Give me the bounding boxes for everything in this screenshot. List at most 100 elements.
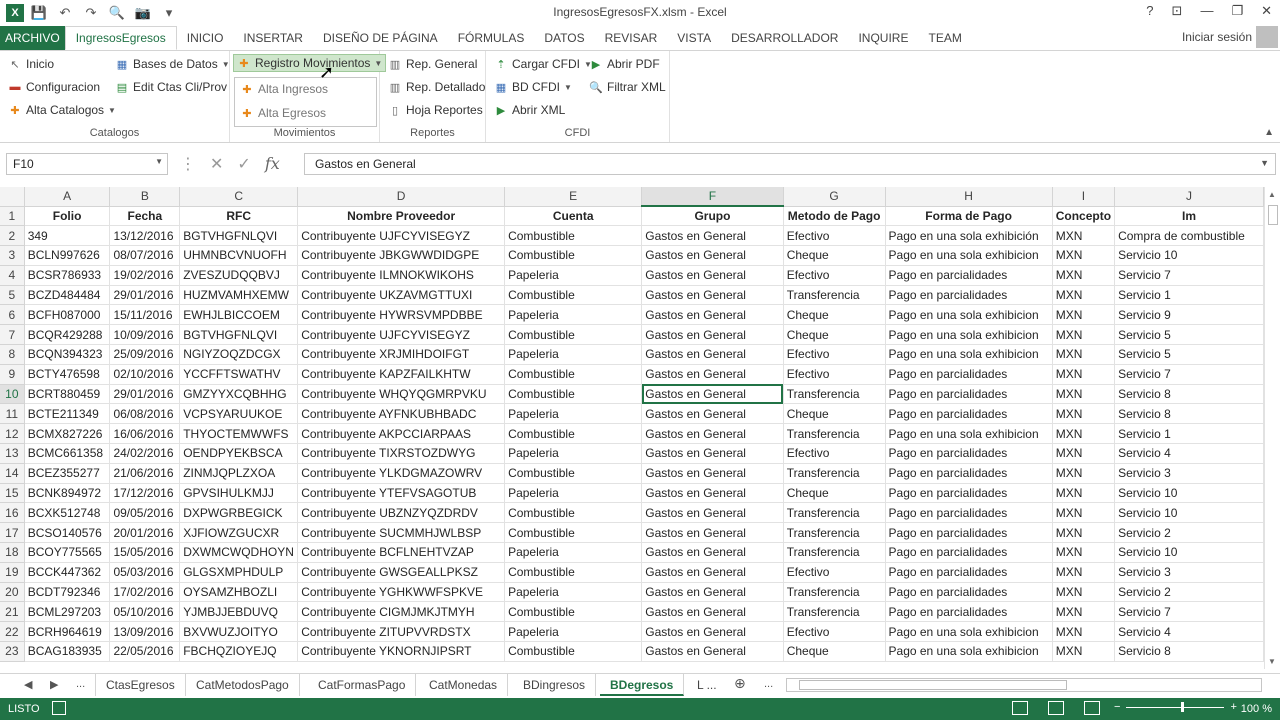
cell[interactable]: BGTVHGFNLQVI (179, 324, 299, 346)
cell[interactable]: MXN (1052, 621, 1116, 643)
cell[interactable]: Combustible (504, 502, 643, 524)
cell[interactable]: Combustible (504, 641, 643, 662)
cell[interactable]: MXN (1052, 364, 1116, 385)
cell[interactable]: 349 (24, 225, 111, 247)
cell[interactable]: Cheque (783, 483, 886, 504)
cell[interactable]: Servicio 4 (1114, 621, 1264, 643)
column-header[interactable]: C (179, 187, 299, 207)
vertical-scrollbar[interactable]: ▲ ▼ (1264, 187, 1280, 669)
cell[interactable]: Servicio 2 (1114, 582, 1264, 603)
column-header[interactable]: I (1052, 187, 1116, 207)
cell[interactable]: GPVSIHULKMJJ (179, 483, 299, 504)
cell[interactable]: Combustible (504, 324, 643, 346)
cell[interactable]: UHMNBCVNUOFH (179, 245, 299, 266)
cell[interactable]: Pago en parcialidades (885, 542, 1053, 563)
cell[interactable]: Pago en una sola exhibicion (885, 245, 1053, 266)
tab-diseno-pagina[interactable]: DISEÑO DE PÁGINA (313, 26, 448, 50)
scrollbar-thumb[interactable] (1268, 205, 1278, 225)
add-sheet-icon[interactable]: ⊕ (734, 675, 746, 692)
cell[interactable]: Servicio 10 (1114, 542, 1264, 563)
cell[interactable]: Gastos en General (641, 423, 784, 445)
cell[interactable]: 19/02/2016 (109, 265, 181, 286)
row-header[interactable]: 9 (0, 364, 25, 385)
cell[interactable]: Contribuyente UKZAVMGTTUXI (297, 285, 506, 306)
cell[interactable]: Combustible (504, 285, 643, 306)
cell[interactable]: Pago en parcialidades (885, 403, 1053, 425)
select-all-corner[interactable] (0, 187, 25, 207)
cell[interactable]: Combustible (504, 384, 643, 405)
page-layout-icon[interactable] (1048, 701, 1064, 715)
cell[interactable]: MXN (1052, 265, 1116, 286)
cell[interactable]: DXWMCWQDHOYN (179, 542, 299, 563)
cell[interactable]: Contribuyente WHQYQGMRPVKU (297, 384, 506, 405)
cell[interactable]: Efectivo (783, 621, 886, 643)
cell[interactable]: Contribuyente KAPZFAILKHTW (297, 364, 506, 385)
more-sheets-right[interactable]: ... (764, 678, 773, 690)
cell[interactable]: Servicio 5 (1114, 344, 1264, 365)
cell[interactable]: Gastos en General (641, 502, 784, 524)
cell[interactable]: MXN (1052, 403, 1116, 425)
cell[interactable]: BCNK894972 (24, 483, 111, 504)
cell[interactable]: 13/12/2016 (109, 225, 181, 247)
cell[interactable]: Pago en una sola exhibicion (885, 641, 1053, 662)
cell[interactable]: BCTE211349 (24, 403, 111, 425)
configuracion-button[interactable]: ▬ Configuracion (8, 80, 101, 94)
cell[interactable]: Combustible (504, 364, 643, 385)
cell[interactable]: Cheque (783, 641, 886, 662)
cell[interactable]: Contribuyente YKNORNJIPSRT (297, 641, 506, 662)
cell[interactable]: GLGSXMPHDULP (179, 562, 299, 583)
cell[interactable]: Efectivo (783, 364, 886, 385)
sheet-tab-bdingresos[interactable]: BDingresos (513, 674, 597, 696)
inicio-button[interactable]: ↖ Inicio (8, 57, 54, 71)
cell[interactable]: Gastos en General (641, 304, 784, 326)
tab-team[interactable]: TEAM (918, 26, 971, 50)
cell[interactable]: BCLN997626 (24, 245, 111, 266)
cell[interactable]: Pago en una sola exhibicion (885, 344, 1053, 365)
cell[interactable]: BXVWUZJOITYO (179, 621, 299, 643)
alta-catalogos-button[interactable]: ✚ Alta Catalogos ▼ (8, 103, 116, 117)
column-header[interactable]: J (1114, 187, 1264, 207)
row-header[interactable]: 22 (0, 621, 25, 643)
scroll-up-icon[interactable]: ▲ (1268, 190, 1276, 199)
row-header[interactable]: 3 (0, 245, 25, 266)
cell[interactable]: Gastos en General (641, 364, 784, 385)
cell[interactable]: MXN (1052, 423, 1116, 445)
cargar-cfdi-button[interactable]: ⇡ Cargar CFDI ▼ (494, 57, 592, 71)
cell[interactable]: BCSO140576 (24, 522, 111, 544)
cell[interactable]: Pago en parcialidades (885, 562, 1053, 583)
cell[interactable]: Gastos en General (641, 562, 784, 583)
cell[interactable]: Combustible (504, 423, 643, 445)
cell[interactable]: MXN (1052, 304, 1116, 326)
cell[interactable]: MXN (1052, 384, 1116, 405)
tab-archivo[interactable]: ARCHIVO (0, 26, 65, 50)
row-header[interactable]: 18 (0, 542, 25, 563)
cell[interactable]: Pago en parcialidades (885, 265, 1053, 286)
tab-formulas[interactable]: FÓRMULAS (448, 26, 535, 50)
cell[interactable]: Pago en una sola exhibicion (885, 621, 1053, 643)
cell[interactable]: 06/08/2016 (109, 403, 181, 425)
cell[interactable]: MXN (1052, 285, 1116, 306)
cell[interactable]: 29/01/2016 (109, 285, 181, 306)
macro-record-icon[interactable] (52, 701, 66, 715)
insert-function-icon[interactable]: fx (265, 154, 280, 174)
cell[interactable]: Pago en parcialidades (885, 384, 1053, 405)
row-header[interactable]: 1 (0, 206, 25, 227)
scrollbar-thumb[interactable] (799, 680, 1067, 690)
row-header[interactable]: 15 (0, 483, 25, 504)
cell[interactable]: Servicio 4 (1114, 443, 1264, 464)
cell[interactable]: Gastos en General (641, 225, 784, 247)
cell[interactable]: MXN (1052, 225, 1116, 247)
tab-revisar[interactable]: REVISAR (595, 26, 668, 50)
cell[interactable]: BGTVHGFNLQVI (179, 225, 299, 247)
zoom-out-button[interactable]: − (1114, 701, 1120, 713)
alta-ingresos-item[interactable]: ✚ Alta Ingresos (240, 82, 328, 96)
cell[interactable]: Servicio 3 (1114, 463, 1264, 484)
cell[interactable]: Cheque (783, 245, 886, 266)
cell[interactable]: MXN (1052, 582, 1116, 603)
cell[interactable]: 08/07/2016 (109, 245, 181, 266)
cell[interactable]: BCOY775565 (24, 542, 111, 563)
cell[interactable]: 10/09/2016 (109, 324, 181, 346)
cell[interactable]: Servicio 8 (1114, 384, 1264, 405)
cell[interactable]: Papeleria (504, 443, 643, 464)
collapse-ribbon-icon[interactable]: ▲ (1264, 127, 1274, 138)
